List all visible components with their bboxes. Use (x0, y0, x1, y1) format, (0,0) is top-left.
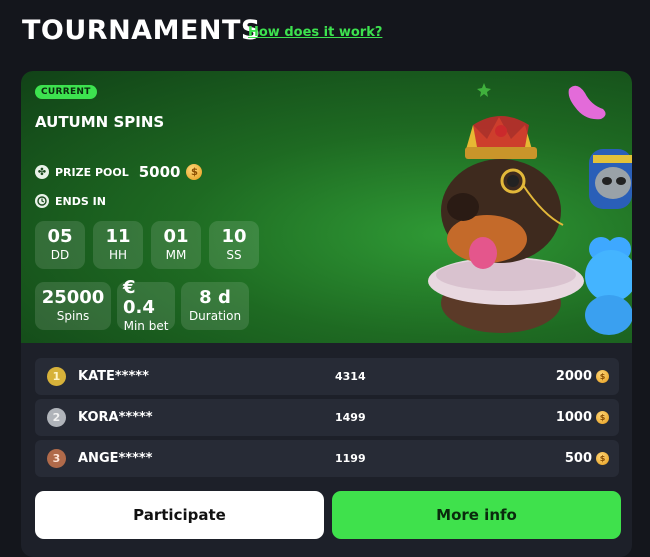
tournament-name: AUTUMN SPINS (35, 113, 165, 131)
player-prize: 500 $ (565, 451, 609, 466)
prize-pool: ✤ PRIZE POOL 5000 $ (35, 163, 203, 181)
coin-icon: $ (186, 164, 203, 180)
leaderboard-row: 1 KATE***** 4314 2000 $ (35, 358, 619, 395)
countdown-timer: 05 DD 11 HH 01 MM 10 SS (35, 221, 259, 269)
rank-badge: 1 (47, 367, 66, 386)
timer-value: 01 (163, 226, 189, 247)
tournament-card: CURRENT AUTUMN SPINS ✤ PRIZE POOL 5000 $… (21, 71, 632, 557)
tournament-banner: CURRENT AUTUMN SPINS ✤ PRIZE POOL 5000 $… (21, 71, 632, 343)
clover-icon: ✤ (35, 165, 49, 179)
coin-icon: $ (596, 411, 609, 424)
prize-pool-label: PRIZE POOL (55, 165, 129, 179)
prize-amount: 500 (564, 451, 592, 466)
stat-value: 8 d (199, 287, 231, 308)
more-info-button[interactable]: More info (332, 491, 621, 539)
coin-icon: $ (596, 452, 609, 465)
stat-value: € 0.4 (123, 277, 155, 318)
player-prize: 2000 $ (556, 369, 609, 384)
player-score: 1199 (335, 452, 366, 465)
timer-days: 05 DD (35, 221, 85, 269)
timer-minutes: 01 MM (151, 221, 201, 269)
stat-label: Min bet (123, 319, 169, 333)
timer-value: 05 (47, 226, 73, 247)
stat-min-bet: € 0.4 Min bet (117, 278, 175, 333)
prize-amount: 2000 (555, 369, 592, 384)
player-name: KATE***** (78, 369, 149, 384)
player-name: ANGE***** (78, 451, 153, 466)
clock-icon (35, 194, 49, 208)
stat-duration: 8 d Duration (181, 282, 249, 330)
prize-amount: 1000 (555, 410, 592, 425)
participate-button[interactable]: Participate (35, 491, 324, 539)
player-prize: 1000 $ (556, 410, 609, 425)
timer-hours: 11 HH (93, 221, 143, 269)
stat-label: Duration (188, 309, 242, 323)
leaderboard-row: 2 KORA***** 1499 1000 $ (35, 399, 619, 436)
rank-badge: 3 (47, 449, 66, 468)
rank-badge: 2 (47, 408, 66, 427)
ends-in-label: ENDS IN (55, 194, 106, 208)
coin-icon: $ (596, 370, 609, 383)
stat-value: 25000 (41, 287, 105, 308)
player-name: KORA***** (78, 410, 153, 425)
ends-in: ENDS IN (35, 194, 106, 208)
timer-unit: HH (108, 248, 128, 262)
tournament-stats: 25000 Spins € 0.4 Min bet 8 d Duration (35, 278, 249, 333)
stat-spins: 25000 Spins (35, 282, 111, 330)
tournament-artwork (428, 83, 632, 335)
page-title: TOURNAMENTS (22, 15, 261, 46)
status-badge: CURRENT (35, 85, 97, 99)
timer-value: 11 (105, 226, 131, 247)
stat-label: Spins (56, 309, 90, 323)
leaderboard-row: 3 ANGE***** 1199 500 $ (35, 440, 619, 477)
player-score: 4314 (335, 370, 366, 383)
timer-value: 10 (221, 226, 247, 247)
leaderboard: 1 KATE***** 4314 2000 $ 2 KORA***** 1499… (35, 358, 619, 481)
player-score: 1499 (335, 411, 366, 424)
timer-unit: DD (50, 248, 70, 262)
timer-unit: MM (165, 248, 187, 262)
timer-unit: SS (226, 248, 242, 262)
prize-pool-value: 5000 (138, 163, 181, 181)
timer-seconds: 10 SS (209, 221, 259, 269)
how-it-works-link[interactable]: How does it work? (248, 25, 382, 40)
